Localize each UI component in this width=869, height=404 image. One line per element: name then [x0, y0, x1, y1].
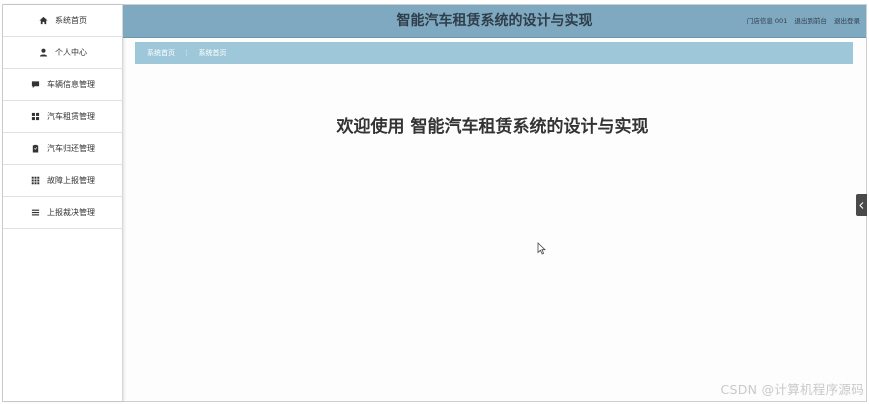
store-info-label: 门店信息 001 — [746, 17, 788, 25]
comment-icon — [30, 80, 40, 90]
panel-collapse-toggle[interactable] — [856, 194, 867, 216]
sidebar-item-report-ruling[interactable]: 上报裁决管理 — [3, 197, 122, 229]
sidebar-item-label: 汽车租赁管理 — [47, 112, 95, 121]
home-icon — [38, 16, 48, 26]
sidebar-item-car-return[interactable]: 汽车归还管理 — [3, 133, 122, 165]
sidebar-item-car-rental[interactable]: 汽车租赁管理 — [3, 101, 122, 133]
watermark: CSDN @计算机程序源码 — [720, 382, 864, 397]
sidebar-item-label: 汽车归还管理 — [47, 144, 95, 153]
sidebar-item-label: 个人中心 — [55, 48, 87, 57]
breadcrumb-current: 系统首页 — [198, 49, 227, 57]
breadcrumb: 系统首页 ⋮ 系统首页 — [135, 42, 853, 64]
clipboard-icon — [30, 144, 40, 154]
sidebar-item-vehicle-info[interactable]: 车辆信息管理 — [3, 69, 122, 101]
sidebar: 系统首页 个人中心 车辆信息管理 汽车租赁管理 汽车归还管理 故障上报管理 上报… — [3, 5, 123, 401]
apps-icon — [30, 176, 40, 186]
exit-to-frontend-link[interactable]: 退出到前台 — [794, 17, 827, 25]
sidebar-item-home[interactable]: 系统首页 — [3, 5, 122, 37]
sidebar-item-label: 故障上报管理 — [47, 176, 95, 185]
logout-link[interactable]: 退出登录 — [834, 17, 860, 25]
sidebar-item-fault-report[interactable]: 故障上报管理 — [3, 165, 122, 197]
mouse-cursor-icon — [537, 240, 546, 259]
breadcrumb-separator: ⋮ — [183, 49, 191, 57]
sidebar-item-label: 系统首页 — [55, 16, 87, 25]
sidebar-item-personal-center[interactable]: 个人中心 — [3, 37, 122, 69]
grid-icon — [30, 112, 40, 122]
welcome-heading: 欢迎使用 智能汽车租赁系统的设计与实现 — [336, 117, 649, 137]
sidebar-item-label: 车辆信息管理 — [47, 80, 95, 89]
chevron-left-icon — [859, 201, 864, 209]
header-bar: 智能汽车租赁系统的设计与实现 门店信息 001 退出到前台 退出登录 — [123, 5, 866, 38]
header-links: 门店信息 001 退出到前台 退出登录 — [742, 5, 860, 38]
sidebar-item-label: 上报裁决管理 — [47, 208, 95, 217]
breadcrumb-root[interactable]: 系统首页 — [147, 49, 175, 57]
list-icon — [30, 208, 40, 218]
user-icon — [38, 48, 48, 58]
